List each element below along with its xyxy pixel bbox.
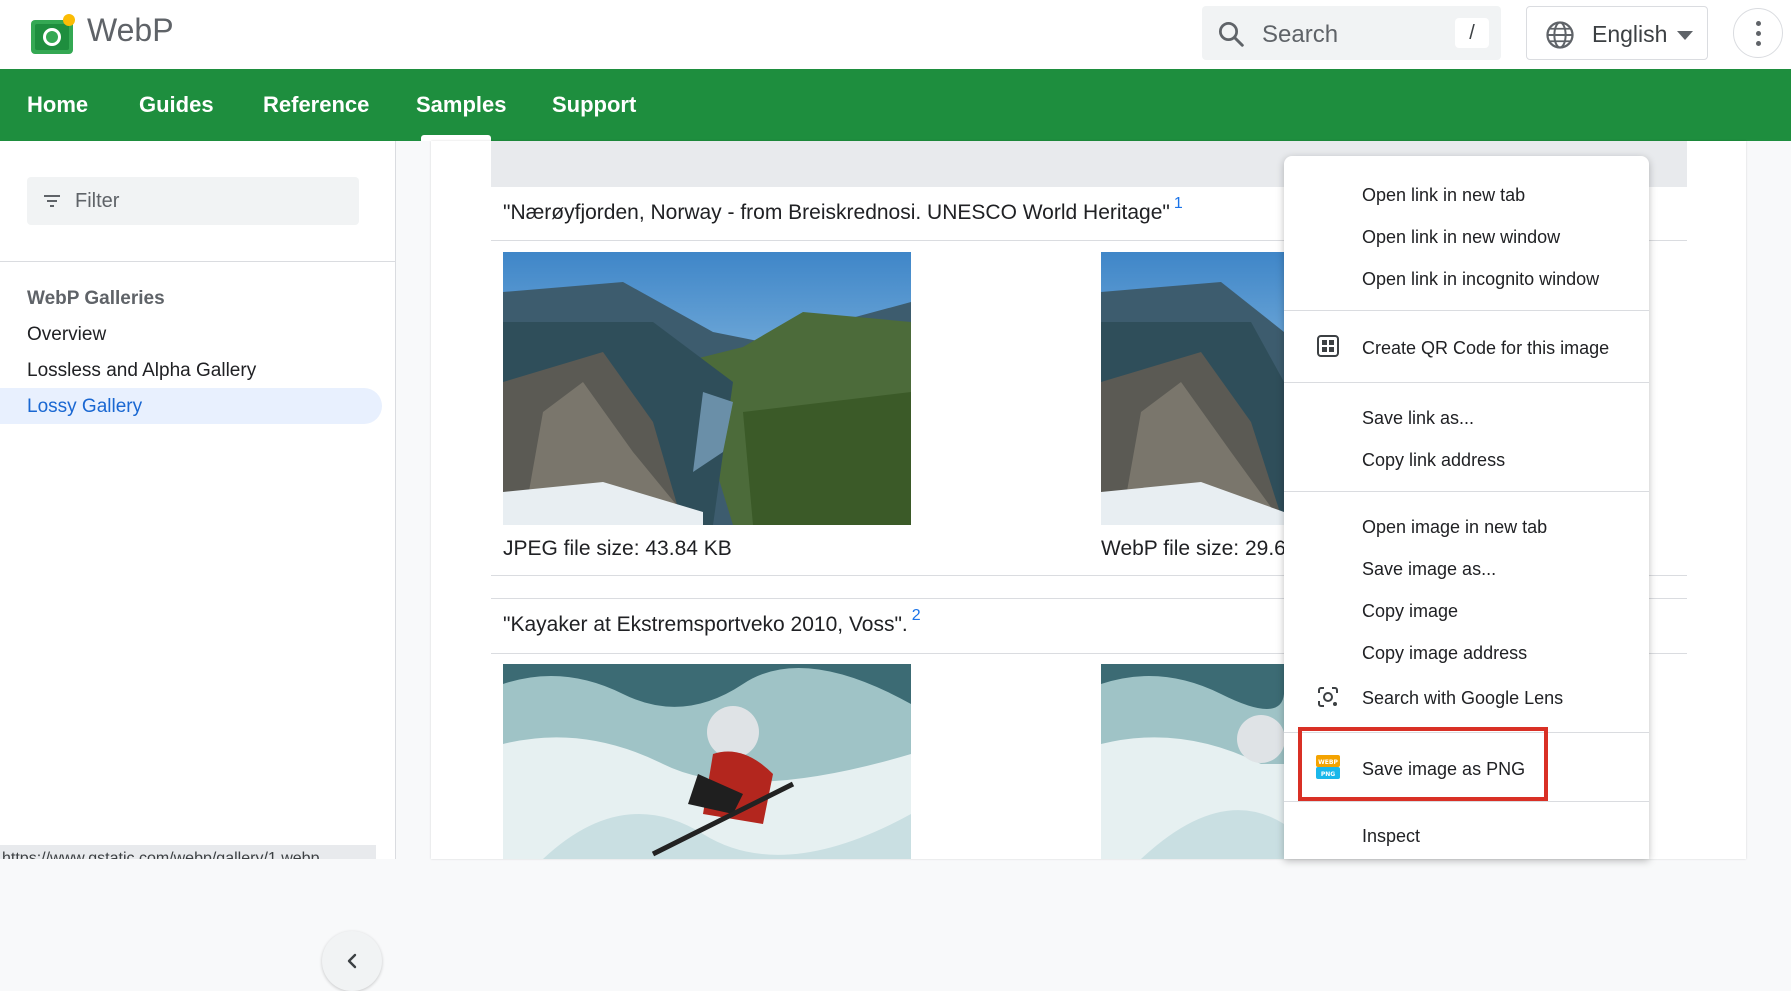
menu-create-qr-code[interactable]: Create QR Code for this image (1362, 338, 1609, 359)
sidebar-item-overview[interactable]: Overview (27, 324, 106, 346)
chevron-left-icon (347, 953, 357, 969)
menu-separator (1284, 310, 1649, 311)
language-label: English (1592, 21, 1668, 47)
footnote-link[interactable]: 2 (912, 607, 921, 624)
nav-reference[interactable]: Reference (263, 69, 369, 141)
collapse-sidebar-button[interactable] (322, 931, 382, 991)
jpeg-file-size: JPEG file size: 43.84 KB (503, 537, 732, 560)
nav-support[interactable]: Support (552, 69, 636, 141)
menu-inspect[interactable]: Inspect (1362, 826, 1420, 847)
language-selector[interactable]: English (1526, 6, 1708, 60)
more-options-button[interactable] (1733, 8, 1783, 58)
fjord-jpeg-image[interactable] (503, 252, 911, 525)
caret-down-icon (1677, 31, 1693, 40)
kayaker-webp-image[interactable] (1101, 664, 1284, 859)
logo-text[interactable]: WebP (87, 12, 174, 49)
nav-samples[interactable]: Samples (416, 69, 507, 141)
menu-copy-link-address[interactable]: Copy link address (1362, 450, 1505, 471)
sidebar-item-label: Lossy Gallery (27, 396, 143, 417)
sidebar: Filter WebP Galleries Overview Lossless … (0, 141, 396, 991)
menu-separator (1284, 801, 1649, 802)
menu-save-image-as[interactable]: Save image as... (1362, 559, 1496, 580)
webp-logo-icon[interactable] (31, 14, 77, 54)
divider (0, 261, 395, 262)
filter-input[interactable]: Filter (75, 190, 119, 213)
menu-open-image-new-tab[interactable]: Open image in new tab (1362, 517, 1547, 538)
top-bar: WebP Search / English (0, 0, 1791, 69)
kayaker-jpeg-image[interactable] (503, 664, 911, 859)
search-icon (1219, 22, 1244, 47)
filter-box[interactable]: Filter (27, 177, 359, 225)
filter-icon (44, 195, 60, 207)
dot-icon (1756, 31, 1761, 36)
menu-open-link-new-window[interactable]: Open link in new window (1362, 227, 1560, 248)
menu-save-link-as[interactable]: Save link as... (1362, 408, 1474, 429)
menu-copy-image-address[interactable]: Copy image address (1362, 643, 1527, 664)
row-caption: "Nærøyfjorden, Norway - from Breiskredno… (503, 195, 1183, 224)
dot-icon (1756, 21, 1761, 26)
status-bar-url: https://www.gstatic.com/webp/gallery/1.w… (0, 845, 376, 859)
sidebar-section-title: WebP Galleries (27, 288, 165, 309)
google-lens-icon (1318, 687, 1338, 707)
webp-file-size: WebP file size: 29.6 (1101, 537, 1286, 560)
menu-copy-image[interactable]: Copy image (1362, 601, 1458, 622)
search-box[interactable]: Search / (1202, 6, 1501, 60)
row-caption: "Kayaker at Ekstremsportveko 2010, Voss"… (503, 607, 921, 636)
dot-icon (1756, 41, 1761, 46)
search-shortcut-key: / (1455, 18, 1489, 48)
menu-search-google-lens[interactable]: Search with Google Lens (1362, 688, 1563, 709)
menu-separator (1284, 382, 1649, 383)
menu-separator (1284, 491, 1649, 492)
menu-open-link-new-tab[interactable]: Open link in new tab (1362, 185, 1525, 206)
footnote-link[interactable]: 1 (1174, 195, 1183, 212)
qr-code-icon (1317, 335, 1339, 357)
sidebar-item-lossless-gallery[interactable]: Lossless and Alpha Gallery (27, 360, 256, 382)
nav-home[interactable]: Home (27, 69, 88, 141)
globe-icon (1546, 21, 1574, 49)
menu-open-link-incognito[interactable]: Open link in incognito window (1362, 269, 1599, 290)
highlight-annotation-box (1298, 727, 1548, 801)
search-input[interactable]: Search (1262, 21, 1338, 49)
fjord-webp-image[interactable] (1101, 252, 1284, 525)
main-nav: Home Guides Reference Samples Support (0, 69, 1791, 141)
nav-guides[interactable]: Guides (139, 69, 214, 141)
